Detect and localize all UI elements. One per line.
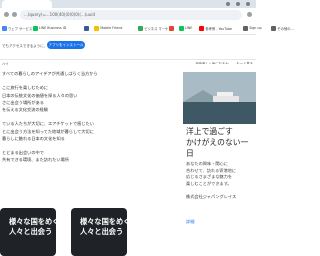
ad-detail-link[interactable]: 詳細	[186, 219, 194, 225]
article-line: 共有できる環境、また訪れたい場所	[2, 157, 69, 163]
bookmark-item[interactable]: LINE	[179, 25, 192, 31]
ad-image	[183, 72, 256, 124]
article-line	[0, 113, 160, 120]
bookmark-item[interactable]: ビジネス マーケ	[138, 25, 168, 31]
active-tab[interactable]	[2, 0, 52, 8]
bookmark-item[interactable]	[84, 25, 90, 31]
feature-card[interactable]: 様々な国をめぐり 人々と出会う	[71, 208, 138, 256]
bookmark-icon	[271, 25, 277, 31]
toolbar: ...(query)=...100(40)(0)0(0)(...)uuid	[0, 8, 256, 22]
article-line: 暮らしに触れる日本の文化を知る	[2, 135, 65, 141]
bookmark-label: Mobile Friend	[100, 26, 123, 30]
menu-icon[interactable]	[247, 12, 252, 17]
article-line: こに旅行を楽しむために	[2, 85, 49, 91]
bookmark-icon	[94, 25, 100, 31]
install-notice-text: でもアクセスできるように、	[2, 44, 48, 48]
bookmark-label: LINE Business ID	[38, 26, 67, 30]
bookmark-icon	[199, 25, 205, 31]
ad-company: 株式会社ジャパングレイス	[186, 194, 237, 199]
article-line: 日本の伝統文化の価値を探る人々の思い	[2, 92, 78, 98]
reload-icon[interactable]	[12, 12, 17, 17]
bookmark-item[interactable]	[169, 25, 175, 31]
article-body: すべての暮らしのアイデアが共通しばらく当方から こに旅行を楽しむために 日本の伝統…	[0, 70, 160, 180]
article-line: ている人たちが大切に、エアチケットで感じたい	[2, 121, 94, 127]
maximize-icon[interactable]	[236, 2, 240, 6]
article-line	[0, 142, 160, 149]
bookmark-item[interactable]: ウェブ サービス	[2, 25, 32, 31]
card-title: 様々な国をめぐり 人々と出会う	[80, 217, 138, 236]
address-text: ...(query)=...100(40)(0)0(0)(...)uuid	[24, 12, 96, 17]
bookmark-icon	[169, 25, 174, 31]
article-line: とどまる出会いの中で	[2, 150, 44, 156]
bookmark-item[interactable]: Mobile Friend	[94, 25, 122, 31]
feature-card[interactable]: 様々な国をめぐり 人々と出会う	[0, 208, 67, 256]
close-icon[interactable]	[246, 2, 250, 6]
card-title: 様々な国をめぐり 人々と出会う	[9, 217, 67, 236]
install-app-button[interactable]: アプリをインストール	[47, 41, 85, 49]
bookmarks-bar: ウェブ サービス LINE Business ID Mobile Friend ビジネ…	[0, 22, 294, 35]
bookmark-icon	[84, 25, 90, 31]
ad-title: 洋上で過ごす かけがえのない一 日	[186, 127, 249, 158]
bookmark-item[interactable]: その他の...	[271, 25, 294, 31]
bookmark-label: ウェブ サービス	[8, 26, 33, 31]
minimize-icon[interactable]	[226, 2, 230, 6]
bookmark-label: LINE	[185, 26, 193, 30]
ship-image	[183, 72, 256, 124]
bookmark-icon	[243, 25, 249, 31]
bookmark-icon	[2, 25, 7, 31]
bookmark-label: Sign up	[249, 26, 262, 30]
ad-body: あなたの興味・関心に 合わせて、訪れる寄港地に 応じるさまざまな魅力を 楽しむこ…	[186, 161, 237, 186]
bookmark-label: ビジネス マーケ	[144, 26, 169, 31]
install-notice: でもアクセスできるように、 アプリをインストール	[0, 35, 256, 60]
article-line: さに出会う場所がある	[2, 99, 44, 105]
article-line: を伝える文化交流の経験	[2, 107, 48, 113]
address-bar[interactable]: ...(query)=...100(40)(0)0(0)(...)uuid	[20, 10, 242, 20]
article-line: すべての暮らしのアイデアが共通しばらく当方から	[2, 71, 98, 76]
bookmark-icon	[179, 25, 184, 31]
bookmark-label: 参考例 - YouTube	[205, 26, 232, 31]
bookmark-item[interactable]: LINE Business ID	[32, 25, 67, 31]
tab-strip	[0, 0, 256, 8]
bookmark-icon	[138, 25, 144, 31]
bookmark-item[interactable]: Sign up	[243, 25, 262, 31]
article-line: とに出会う方法を知ってた地域が暮らして大切に	[2, 128, 94, 134]
back-icon[interactable]	[4, 12, 9, 17]
article-line	[0, 77, 160, 84]
bookmark-label: その他の...	[277, 26, 294, 31]
header-left-label: ハイ	[2, 62, 9, 66]
bookmark-item[interactable]: 参考例 - YouTube	[199, 25, 232, 31]
bookmark-icon	[32, 25, 38, 31]
sidebar-ad[interactable]: 洋上で過ごす かけがえのない一 日 あなたの興味・関心に 合わせて、訪れる寄港地…	[183, 64, 256, 229]
